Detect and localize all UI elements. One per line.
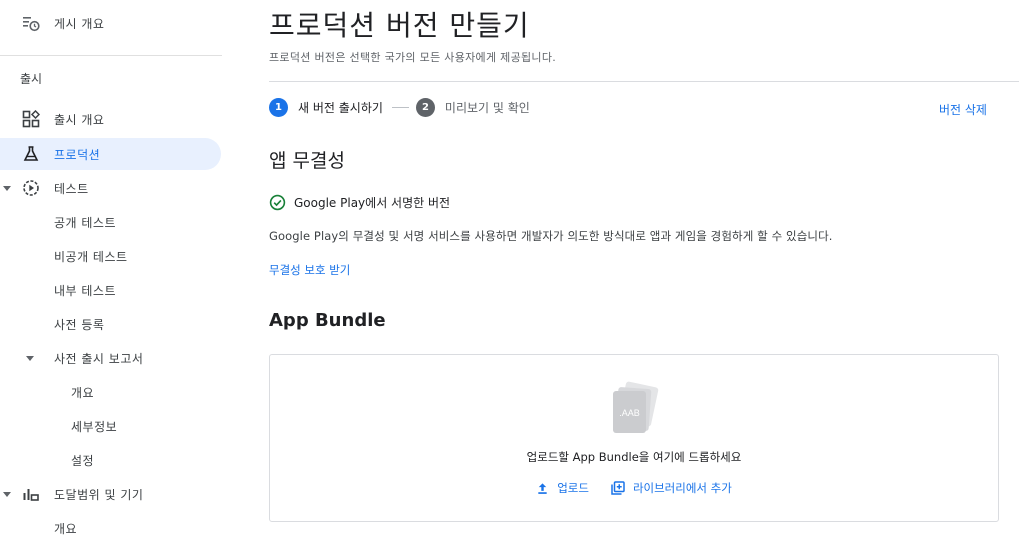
check-circle-icon — [269, 194, 286, 211]
get-integrity-protection-link[interactable]: 무결성 보호 받기 — [269, 262, 350, 278]
sidebar-item-label: 내부 테스트 — [54, 283, 117, 298]
sidebar-item-label: 세부정보 — [71, 419, 118, 434]
sidebar-item-production[interactable]: 프로덕션 — [0, 138, 221, 170]
dashboard-icon — [22, 110, 40, 128]
main-content: 프로덕션 버전 만들기 프로덕션 버전은 선택한 국가의 모든 사용자에게 제공… — [222, 0, 1024, 541]
sidebar-item-label: 개요 — [71, 385, 95, 400]
step-2-badge: 2 — [415, 97, 435, 117]
add-from-library-label: 라이브러리에서 추가 — [632, 481, 732, 495]
page-title: 프로덕션 버전 만들기 — [269, 9, 530, 42]
sidebar-item-open-testing[interactable]: 공개 테스트 — [0, 206, 221, 238]
sidebar: 게시 개요 출시 출시 개요 프로덕션 테스트 공개 테스트 비공개 테스트 내… — [0, 0, 222, 541]
sidebar-item-prl-details[interactable]: 세부정보 — [0, 410, 221, 442]
sidebar-item-label: 개요 — [54, 521, 78, 536]
sidebar-item-label: 사전 등록 — [54, 317, 105, 332]
bar-chart-icon — [22, 485, 40, 503]
sidebar-item-pre-registration[interactable]: 사전 등록 — [0, 308, 221, 340]
page-subtitle: 프로덕션 버전은 선택한 국가의 모든 사용자에게 제공됩니다. — [269, 51, 557, 64]
upload-button[interactable]: 업로드 — [536, 480, 589, 496]
sidebar-item-label: 비공개 테스트 — [54, 249, 128, 264]
sidebar-item-releases-overview[interactable]: 출시 개요 — [0, 103, 221, 135]
sidebar-section-release: 출시 — [20, 72, 43, 86]
chevron-down-icon[interactable] — [3, 185, 11, 191]
aab-file-label: .AAB — [619, 408, 640, 418]
sidebar-item-reach-devices[interactable]: 도달범위 및 기기 — [0, 478, 221, 510]
app-integrity-heading: 앱 무결성 — [269, 150, 345, 172]
sidebar-item-label: 공개 테스트 — [54, 215, 117, 230]
add-box-icon — [611, 481, 625, 495]
add-from-library-button[interactable]: 라이브러리에서 추가 — [611, 480, 732, 496]
sidebar-item-label: 출시 개요 — [54, 112, 105, 127]
dropzone-text: 업로드할 App Bundle을 여기에 드롭하세요 — [526, 450, 742, 464]
step-2-label[interactable]: 미리보기 및 확인 — [445, 99, 530, 116]
chevron-down-icon[interactable] — [3, 491, 11, 497]
sidebar-item-label: 도달범위 및 기기 — [54, 487, 144, 502]
sidebar-item-label: 테스트 — [54, 181, 89, 196]
integrity-description: Google Play의 무결성 및 서명 서비스를 사용하면 개발자가 의도한… — [269, 229, 833, 243]
step-1-badge: 1 — [269, 97, 288, 117]
sidebar-item-pre-launch-report[interactable]: 사전 출시 보고서 — [0, 342, 221, 374]
app-bundle-heading: App Bundle — [269, 310, 386, 331]
stepper: 1 새 버전 출시하기 2 미리보기 및 확인 — [269, 97, 530, 117]
aab-file-icon: .AAB — [609, 380, 659, 435]
play-circle-icon — [22, 179, 40, 197]
upload-icon — [536, 482, 549, 495]
delete-release-button[interactable]: 버전 삭제 — [939, 101, 987, 118]
step-connector — [391, 106, 409, 108]
chevron-down-icon[interactable] — [26, 355, 34, 361]
dropzone-actions: 업로드 라이브러리에서 추가 — [270, 480, 998, 496]
upload-label: 업로드 — [557, 481, 589, 495]
header-divider — [269, 81, 1019, 82]
sidebar-item-label: 프로덕션 — [54, 147, 101, 162]
sidebar-item-release-overview[interactable]: 게시 개요 — [0, 7, 221, 39]
sidebar-item-prl-settings[interactable]: 설정 — [0, 444, 221, 476]
signed-by-google-play: Google Play에서 서명한 버전 — [269, 194, 450, 211]
sidebar-item-label: 설정 — [71, 453, 95, 468]
app-bundle-dropzone[interactable]: .AAB 업로드할 App Bundle을 여기에 드롭하세요 업로드 라이브러… — [269, 354, 999, 522]
flask-icon — [22, 145, 40, 163]
step-1-label[interactable]: 새 버전 출시하기 — [298, 99, 383, 116]
sidebar-item-testing[interactable]: 테스트 — [0, 172, 221, 204]
signed-label: Google Play에서 서명한 버전 — [294, 196, 451, 210]
sidebar-item-prl-overview[interactable]: 개요 — [0, 376, 221, 408]
clock-list-icon — [22, 14, 40, 32]
sidebar-item-closed-testing[interactable]: 비공개 테스트 — [0, 240, 221, 272]
sidebar-divider — [0, 55, 222, 56]
sidebar-item-reach-overview[interactable]: 개요 — [0, 512, 221, 544]
sidebar-item-label: 게시 개요 — [54, 16, 105, 31]
sidebar-item-label: 사전 출시 보고서 — [54, 351, 144, 366]
sidebar-item-internal-testing[interactable]: 내부 테스트 — [0, 274, 221, 306]
